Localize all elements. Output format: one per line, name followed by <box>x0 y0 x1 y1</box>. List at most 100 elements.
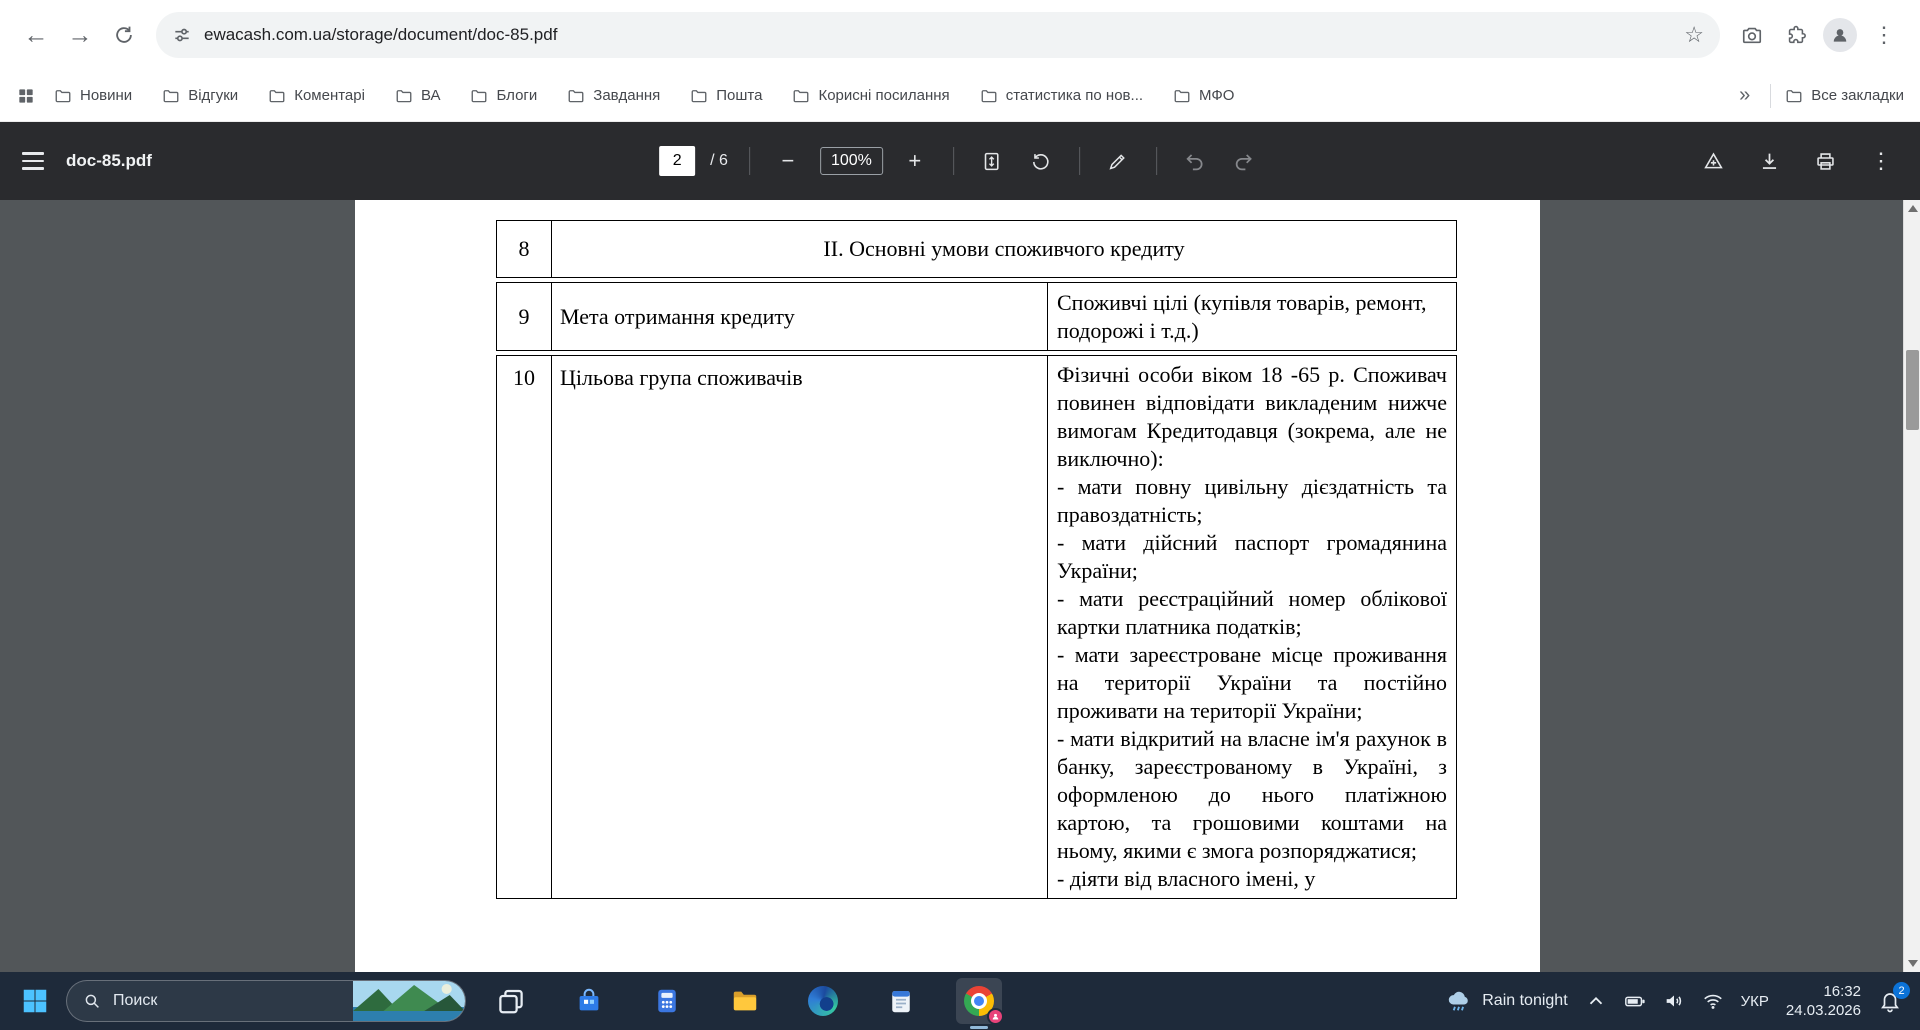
folder-icon <box>1173 87 1191 105</box>
pdf-filename: doc-85.pdf <box>66 151 152 170</box>
page-count-label: / 6 <box>710 152 728 169</box>
notepad-button[interactable] <box>878 978 924 1024</box>
download-button[interactable] <box>1752 144 1786 178</box>
folder-icon <box>792 87 810 105</box>
forward-icon: → <box>67 20 93 49</box>
folder-icon <box>690 87 708 105</box>
row-value: Фізичні особи віком 18 -65 р. Споживач п… <box>1057 362 1447 891</box>
toolbar-divider <box>748 147 750 175</box>
address-bar[interactable]: ewacash.com.ua/storage/document/doc-85.p… <box>156 12 1720 58</box>
show-hidden-icons-button[interactable] <box>1585 990 1607 1012</box>
page-number-input[interactable] <box>659 146 696 176</box>
row-value: Споживчі цілі (купівля товарів, ремонт, … <box>1057 289 1427 343</box>
keyboard-language[interactable]: УКР <box>1741 993 1769 1010</box>
bookmarks-bar: Новини Відгуки Коментарі ВА Блоги Завдан… <box>0 70 1920 122</box>
scroll-up-button[interactable] <box>1904 200 1920 217</box>
document-table: 8 ІІ. Основні умови споживчого кредиту 9 Ме… <box>496 220 1457 899</box>
screenshot-button[interactable] <box>1730 13 1774 57</box>
bookmark-item[interactable]: Блоги <box>470 87 537 105</box>
pdf-toolbar: doc-85.pdf / 6 − 100% + ⋮ <box>0 122 1920 200</box>
taskbar-search[interactable]: Поиск <box>66 980 466 1022</box>
bookmark-label: Коментарі <box>294 87 365 104</box>
rotate-button[interactable] <box>1024 144 1058 178</box>
bookmark-item[interactable]: Новини <box>54 87 132 105</box>
pdf-more-button[interactable]: ⋮ <box>1864 144 1898 178</box>
scroll-down-button[interactable] <box>1904 955 1920 972</box>
notification-center-button[interactable]: 2 <box>1878 982 1910 1013</box>
bookmark-item[interactable]: Корисні посилання <box>792 87 950 105</box>
table-row: 8 ІІ. Основні умови споживчого кредиту <box>496 220 1457 278</box>
bookmarks-list: Новини Відгуки Коментарі ВА Блоги Завдан… <box>54 87 1234 105</box>
triangle-down-icon <box>1907 960 1918 967</box>
bookmark-item[interactable]: Коментарі <box>268 87 365 105</box>
rain-cloud-icon <box>1445 987 1473 1015</box>
fit-page-button[interactable] <box>975 144 1009 178</box>
date: 24.03.2026 <box>1785 1002 1861 1019</box>
apps-grid-icon[interactable] <box>16 86 36 106</box>
annotate-button[interactable] <box>1101 144 1135 178</box>
bookmark-item[interactable]: статистика по нов... <box>980 87 1143 105</box>
bookmark-item[interactable]: Завдання <box>567 87 660 105</box>
extensions-button[interactable] <box>1774 13 1818 57</box>
avatar <box>1823 18 1857 52</box>
edge-button[interactable] <box>800 978 846 1024</box>
forward-button[interactable]: → <box>58 13 102 57</box>
zoom-in-button[interactable]: + <box>898 144 932 178</box>
file-explorer-button[interactable] <box>722 978 768 1024</box>
network-icon[interactable] <box>1702 990 1724 1012</box>
save-to-drive-button[interactable] <box>1696 144 1730 178</box>
site-info-icon[interactable] <box>172 25 192 45</box>
weather-widget[interactable]: Rain tonight <box>1445 987 1568 1015</box>
folder-icon <box>162 87 180 105</box>
plus-icon: + <box>908 148 922 173</box>
bookmark-label: Відгуки <box>188 87 239 104</box>
url-text[interactable]: ewacash.com.ua/storage/document/doc-85.p… <box>204 25 557 45</box>
task-view-button[interactable] <box>488 978 534 1024</box>
browser-window: ← → ewacash.com.ua/storage/document/doc-… <box>0 0 1920 1030</box>
profile-button[interactable] <box>1818 13 1862 57</box>
minus-icon: − <box>781 148 795 173</box>
reload-button[interactable] <box>102 13 146 57</box>
search-highlight-image <box>353 981 465 1021</box>
open-app-indicator <box>970 1026 988 1029</box>
browser-menu-button[interactable]: ⋮ <box>1862 13 1906 57</box>
calculator-button[interactable] <box>644 978 690 1024</box>
row-label: Мета отримання кредиту <box>552 283 1048 350</box>
print-icon <box>1815 151 1836 172</box>
microsoft-store-button[interactable] <box>566 978 612 1024</box>
reload-icon <box>113 24 135 46</box>
bookmark-item[interactable]: Відгуки <box>162 87 238 105</box>
battery-icon[interactable] <box>1624 990 1646 1012</box>
triangle-up-icon <box>1907 205 1918 212</box>
scrollbar[interactable] <box>1903 200 1920 972</box>
edge-icon <box>808 986 838 1016</box>
zoom-out-button[interactable]: − <box>771 144 805 178</box>
scrollbar-thumb[interactable] <box>1906 350 1919 430</box>
start-button[interactable] <box>12 978 58 1024</box>
zoom-level[interactable]: 100% <box>819 147 883 175</box>
back-button[interactable]: ← <box>14 13 58 57</box>
chrome-button[interactable] <box>956 978 1004 1029</box>
windows-logo-icon <box>23 989 47 1013</box>
folder-icon <box>268 87 286 105</box>
bookmarks-overflow-button[interactable]: » <box>1733 84 1756 107</box>
pdf-menu-button[interactable] <box>22 152 44 170</box>
browser-toolbar: ← → ewacash.com.ua/storage/document/doc-… <box>0 0 1920 70</box>
bookmarks-divider <box>1770 83 1772 108</box>
undo-button[interactable] <box>1178 144 1212 178</box>
bookmark-item[interactable]: ВА <box>395 87 440 105</box>
bookmark-item[interactable]: МФО <box>1173 87 1234 105</box>
all-bookmarks-label: Все закладки <box>1811 87 1904 104</box>
taskbar: Поиск Rain tonight УКР 16:32 24.03.2026 … <box>0 972 1920 1030</box>
task-view-icon <box>496 986 526 1016</box>
bookmark-star-icon[interactable]: ☆ <box>1684 22 1704 48</box>
pen-icon <box>1107 151 1128 172</box>
puzzle-icon <box>1785 24 1807 46</box>
calculator-icon <box>658 989 676 1013</box>
all-bookmarks-button[interactable]: Все закладки <box>1785 87 1904 105</box>
clock[interactable]: 16:32 24.03.2026 <box>1786 982 1861 1020</box>
volume-icon[interactable] <box>1663 990 1685 1012</box>
redo-button[interactable] <box>1227 144 1261 178</box>
bookmark-item[interactable]: Пошта <box>690 87 762 105</box>
print-button[interactable] <box>1808 144 1842 178</box>
